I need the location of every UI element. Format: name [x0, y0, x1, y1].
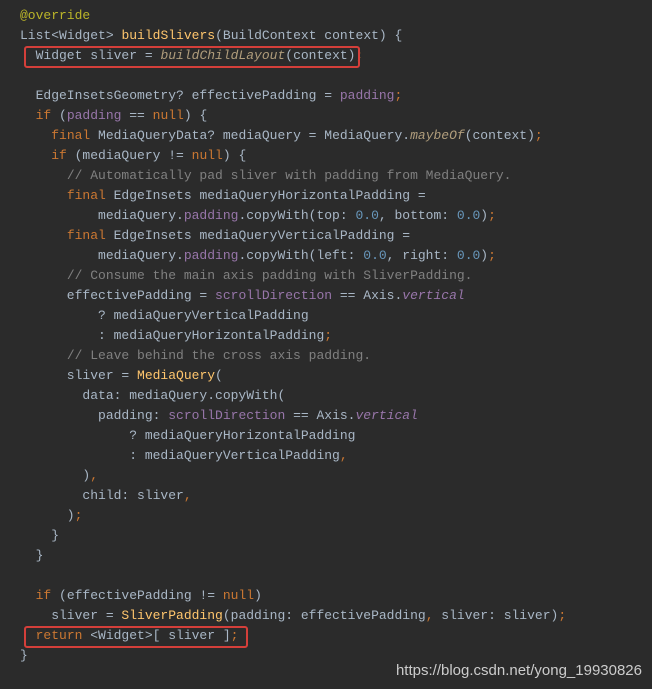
code-line: if (mediaQuery != null) {: [0, 146, 652, 166]
code-line: ? mediaQueryHorizontalPadding: [0, 426, 652, 446]
code-line: : mediaQueryVerticalPadding,: [0, 446, 652, 466]
code-line: [0, 66, 652, 86]
code-line: @override: [0, 6, 652, 26]
code-line: ),: [0, 466, 652, 486]
code-line: data: mediaQuery.copyWith(: [0, 386, 652, 406]
code-line: if (padding == null) {: [0, 106, 652, 126]
comment: // Leave behind the cross axis padding.: [67, 348, 371, 363]
code-line: sliver = MediaQuery(: [0, 366, 652, 386]
code-line: [0, 566, 652, 586]
comment: // Consume the main axis padding with Sl…: [67, 268, 473, 283]
code-line: // Consume the main axis padding with Sl…: [0, 266, 652, 286]
code-line: effectivePadding = scrollDirection == Ax…: [0, 286, 652, 306]
method-name: buildSlivers: [121, 28, 215, 43]
code-line: }: [0, 526, 652, 546]
code-editor[interactable]: @override List<Widget> buildSlivers(Buil…: [0, 6, 652, 666]
code-line: // Leave behind the cross axis padding.: [0, 346, 652, 366]
comment: // Automatically pad sliver with padding…: [67, 168, 512, 183]
code-line: padding: scrollDirection == Axis.vertica…: [0, 406, 652, 426]
code-line: child: sliver,: [0, 486, 652, 506]
code-line: Widget sliver = buildChildLayout(context…: [0, 46, 652, 66]
code-line: mediaQuery.padding.copyWith(left: 0.0, r…: [0, 246, 652, 266]
code-line: mediaQuery.padding.copyWith(top: 0.0, bo…: [0, 206, 652, 226]
code-line: final EdgeInsets mediaQueryHorizontalPad…: [0, 186, 652, 206]
code-line: }: [0, 546, 652, 566]
code-line: );: [0, 506, 652, 526]
code-line: final MediaQueryData? mediaQuery = Media…: [0, 126, 652, 146]
code-line: sliver = SliverPadding(padding: effectiv…: [0, 606, 652, 626]
code-line: EdgeInsetsGeometry? effectivePadding = p…: [0, 86, 652, 106]
watermark-url: https://blog.csdn.net/yong_19930826: [396, 661, 642, 681]
code-line: // Automatically pad sliver with padding…: [0, 166, 652, 186]
code-line: if (effectivePadding != null): [0, 586, 652, 606]
code-line: return <Widget>[ sliver ];: [0, 626, 652, 646]
annotation: @override: [20, 8, 90, 23]
code-line: List<Widget> buildSlivers(BuildContext c…: [0, 26, 652, 46]
code-line: ? mediaQueryVerticalPadding: [0, 306, 652, 326]
code-line: : mediaQueryHorizontalPadding;: [0, 326, 652, 346]
code-line: final EdgeInsets mediaQueryVerticalPaddi…: [0, 226, 652, 246]
